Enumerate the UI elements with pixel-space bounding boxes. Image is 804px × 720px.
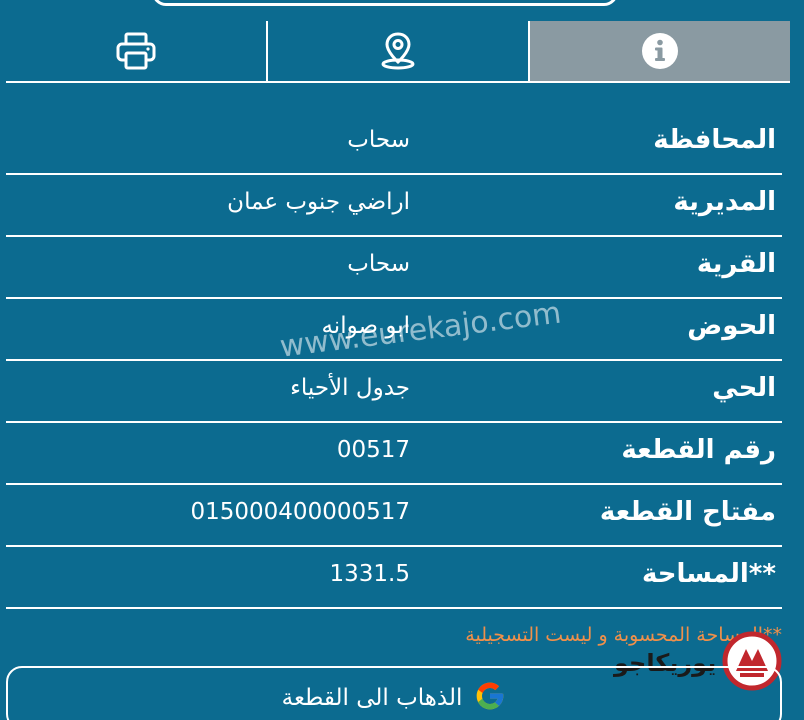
- top-search-pill[interactable]: [152, 0, 618, 6]
- detail-row-parcel-number: رقم القطعة 00517: [6, 423, 782, 485]
- detail-label: الحي: [712, 373, 776, 403]
- detail-value: 00517: [336, 437, 410, 463]
- google-icon: [474, 680, 506, 716]
- detail-value: جدول الأحياء: [290, 375, 410, 401]
- detail-row-village: القرية سحاب: [6, 237, 782, 299]
- tab-bar: [6, 21, 790, 83]
- detail-row-parcel-key: مفتاح القطعة 015000400000517: [6, 485, 782, 547]
- tab-print[interactable]: [6, 21, 268, 81]
- go-to-parcel-button[interactable]: الذهاب الى القطعة: [6, 666, 782, 720]
- map-pin-icon: [379, 31, 417, 71]
- detail-label: مفتاح القطعة: [599, 497, 776, 527]
- detail-row-district: الحي جدول الأحياء: [6, 361, 782, 423]
- detail-label: المديرية: [673, 187, 776, 217]
- tab-location[interactable]: [268, 21, 530, 81]
- parcel-details-table: المحافظة سحاب المديرية اراضي جنوب عمان ا…: [6, 113, 782, 609]
- detail-value: سحاب: [347, 127, 410, 153]
- tab-info[interactable]: [530, 21, 790, 81]
- detail-value: اراضي جنوب عمان: [227, 189, 410, 215]
- detail-row-governorate: المحافظة سحاب: [6, 113, 782, 175]
- detail-label: رقم القطعة: [621, 435, 776, 465]
- detail-value: سحاب: [347, 251, 410, 277]
- detail-value: 1331.5: [329, 561, 410, 587]
- detail-label: **المساحة: [641, 559, 776, 589]
- detail-value: 015000400000517: [190, 499, 411, 525]
- detail-label: المحافظة: [653, 125, 776, 155]
- detail-row-directorate: المديرية اراضي جنوب عمان: [6, 175, 782, 237]
- parcel-details-page: المحافظة سحاب المديرية اراضي جنوب عمان ا…: [0, 0, 804, 720]
- detail-label: الحوض: [687, 311, 776, 341]
- info-icon: [641, 32, 679, 70]
- printer-icon: [115, 31, 157, 71]
- detail-label: القرية: [696, 249, 776, 279]
- detail-row-area: **المساحة 1331.5: [6, 547, 782, 609]
- go-to-parcel-label: الذهاب الى القطعة: [281, 685, 463, 711]
